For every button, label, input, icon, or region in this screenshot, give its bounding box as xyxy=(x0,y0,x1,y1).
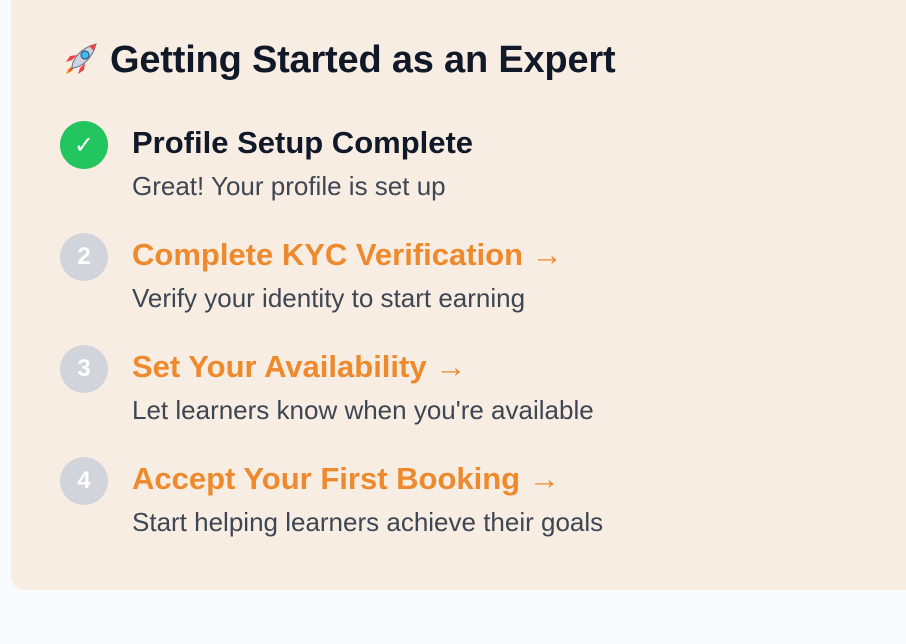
step-number-badge: 3 xyxy=(60,345,108,393)
panel-title-text: Getting Started as an Expert xyxy=(110,38,616,81)
step-description: Start helping learners achieve their goa… xyxy=(132,507,604,537)
step-description: Verify your identity to start earning xyxy=(132,283,526,313)
step-number-badge: 2 xyxy=(60,233,108,281)
step-description: Great! Your profile is set up xyxy=(132,171,446,201)
set-availability-link[interactable]: Set Your Availability → xyxy=(132,349,466,385)
step-title: Profile Setup Complete xyxy=(132,125,474,160)
first-booking-link[interactable]: Accept Your First Booking → xyxy=(132,461,560,497)
panel-title: Getting Started as an Expert xyxy=(58,38,616,82)
step-description: Let learners know when you're available xyxy=(132,395,594,425)
kyc-verification-link[interactable]: Complete KYC Verification → xyxy=(132,237,563,273)
rocket-icon xyxy=(58,38,102,82)
checkmark-icon: ✓ xyxy=(60,121,108,169)
step-number-badge: 4 xyxy=(60,457,108,505)
